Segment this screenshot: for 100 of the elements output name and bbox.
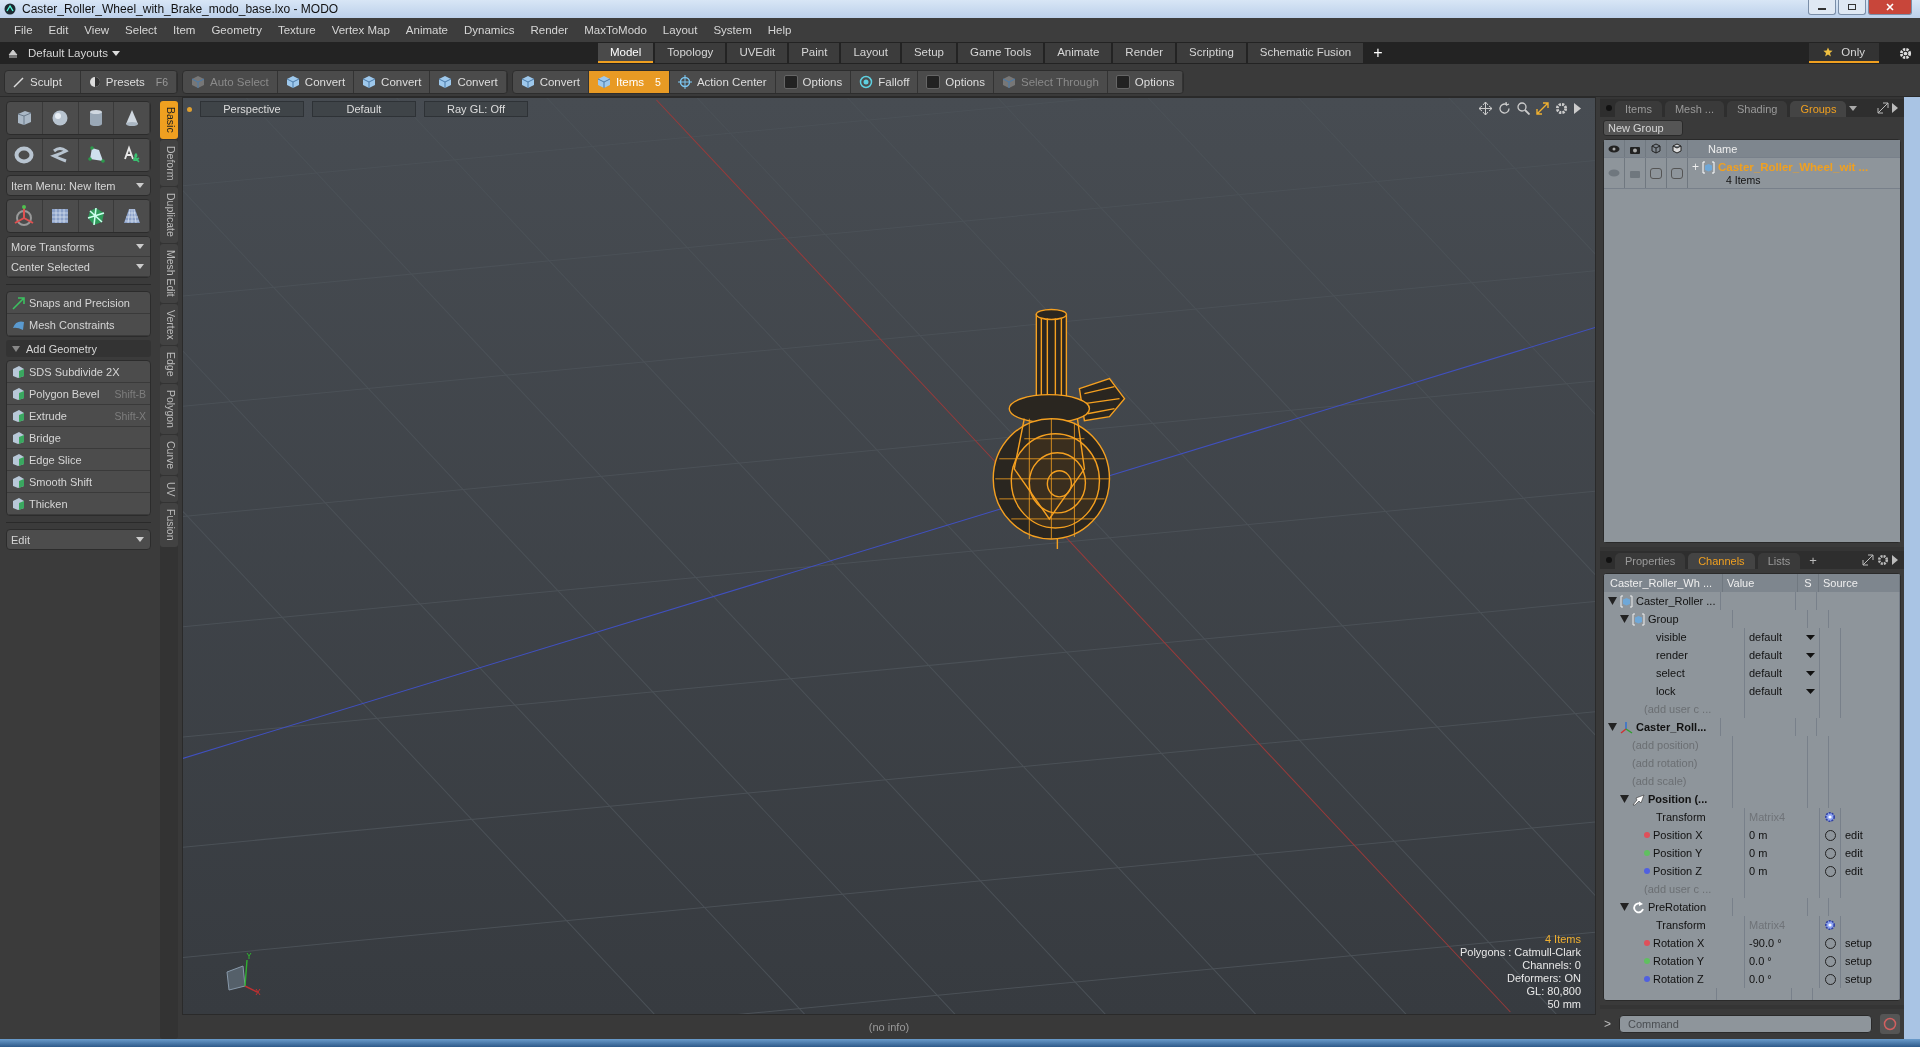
settings-icon[interactable] <box>1877 554 1889 566</box>
layout-dropdown[interactable]: Default Layouts <box>28 47 108 59</box>
sculpt-button[interactable]: Sculpt <box>5 71 81 93</box>
panel-tab[interactable]: Shading <box>1727 101 1788 117</box>
maximize-icon[interactable] <box>1862 554 1874 566</box>
channel-name[interactable]: Rotation Y <box>1653 955 1705 967</box>
channel-value[interactable]: 0 m <box>1749 847 1819 859</box>
channel-value[interactable]: default <box>1749 631 1803 643</box>
presets-button[interactable]: Presets F6 <box>80 71 177 93</box>
menu-item[interactable]: Render <box>522 24 577 36</box>
layout-tab[interactable]: Paint <box>789 43 840 63</box>
section-header[interactable]: Add Geometry <box>6 340 152 357</box>
helper-tool-button[interactable]: Mesh Constraints <box>7 314 151 336</box>
channel-name[interactable]: Caster_Roller ... <box>1636 595 1716 607</box>
dropdown-arrow-icon[interactable] <box>1806 652 1815 658</box>
menu-item[interactable]: Animate <box>397 24 456 36</box>
menu-item[interactable]: Select <box>117 24 166 36</box>
rotate-icon[interactable] <box>1498 102 1511 115</box>
expand-arrow-icon[interactable] <box>1574 103 1581 114</box>
maximize-icon[interactable] <box>1877 102 1889 114</box>
channel-name[interactable]: PreRotation <box>1648 901 1707 913</box>
layout-tab[interactable]: UVEdit <box>727 43 788 63</box>
menu-item[interactable]: Help <box>759 24 800 36</box>
layout-tab[interactable]: Topology <box>655 43 726 63</box>
side-tab[interactable]: Vertex <box>160 303 178 346</box>
expand-arrow-icon[interactable] <box>1892 103 1898 113</box>
helper-tool-button[interactable]: Snaps and Precision <box>7 292 151 314</box>
channel-value[interactable]: 0.0 ° <box>1749 955 1819 967</box>
edit-dropdown[interactable]: Edit <box>6 529 152 550</box>
channel-value[interactable]: default <box>1749 649 1803 661</box>
layout-tab[interactable]: Schematic Fusion <box>1247 43 1364 63</box>
channel-name[interactable]: select <box>1644 667 1685 679</box>
channel-value[interactable]: 0 m <box>1749 829 1819 841</box>
menu-item[interactable]: Texture <box>269 24 324 36</box>
menu-item[interactable]: System <box>705 24 760 36</box>
channel-name[interactable]: Caster_Roll... <box>1636 721 1707 733</box>
channel-name[interactable]: Position Z <box>1653 865 1702 877</box>
dropdown-arrow-icon[interactable] <box>1806 688 1815 694</box>
viewport-option-button[interactable]: Default <box>312 101 416 117</box>
menu-item[interactable]: Edit <box>40 24 77 36</box>
panel-tab[interactable]: Channels <box>1688 553 1755 569</box>
minimize-button[interactable] <box>1808 0 1836 15</box>
layout-tab[interactable]: Animate <box>1045 43 1112 63</box>
channel-value[interactable]: -90.0 ° <box>1749 937 1819 949</box>
tool-button[interactable]: Falloff <box>851 71 919 93</box>
expand-toggle[interactable] <box>1608 723 1617 731</box>
select-toggle[interactable] <box>1671 167 1683 179</box>
transform-dropdown[interactable]: More Transforms <box>7 237 151 257</box>
layout-tab[interactable]: Game Tools <box>958 43 1044 63</box>
geometry-tool-button[interactable]: Thicken <box>7 493 151 515</box>
side-tab[interactable]: UV <box>160 475 178 503</box>
3d-viewport[interactable]: Perspective Default Ray GL: Off 4 Items Polygons : Catmull-Clark Channels: 0 Deformers: ON GL: 80,800 50 mm <box>182 97 1596 1015</box>
channel-value[interactable]: 0 m <box>1749 865 1819 877</box>
channel-name[interactable]: Position (... <box>1648 793 1708 805</box>
maximize-button[interactable] <box>1838 0 1866 15</box>
channel-name[interactable]: lock <box>1644 685 1676 697</box>
caster-wheel-drawing[interactable] <box>992 308 1126 550</box>
channel-name[interactable]: render <box>1644 649 1688 661</box>
only-button[interactable]: Only <box>1809 43 1879 63</box>
expand-toggle[interactable] <box>1620 903 1629 911</box>
side-tab[interactable]: Edge <box>160 346 178 383</box>
maximize-icon[interactable] <box>1536 102 1549 115</box>
settings-icon[interactable] <box>1899 46 1912 60</box>
panel-tab[interactable]: Items <box>1615 101 1662 117</box>
channel-name[interactable]: Rotation X <box>1653 937 1705 949</box>
layout-tab[interactable]: Render <box>1113 43 1176 63</box>
tool-button[interactable]: Action Center <box>669 71 776 93</box>
menu-item[interactable]: Layout <box>654 24 706 36</box>
expand-arrow-icon[interactable] <box>1892 555 1898 565</box>
channel-value[interactable]: default <box>1749 667 1803 679</box>
layout-tab[interactable]: Setup <box>901 43 956 63</box>
menu-item[interactable]: File <box>6 24 41 36</box>
side-tab[interactable]: Mesh Edit <box>160 243 178 303</box>
add-tab-button[interactable]: + <box>1803 552 1823 568</box>
viewport-option-button[interactable]: Ray GL: Off <box>424 101 528 117</box>
dropdown-arrow-icon[interactable] <box>111 50 120 56</box>
panel-tab[interactable]: Lists <box>1757 553 1801 569</box>
side-tab[interactable]: Duplicate <box>160 187 178 243</box>
dropdown-arrow-icon[interactable] <box>1806 670 1815 676</box>
side-tab[interactable]: Basic <box>160 101 178 139</box>
channel-name[interactable]: Position Y <box>1653 847 1703 859</box>
tool-button[interactable]: Convert <box>512 71 589 93</box>
options-button[interactable]: Options <box>775 71 852 93</box>
tab-menu-icon[interactable] <box>1849 105 1858 111</box>
channel-value[interactable]: default <box>1749 685 1803 697</box>
item-menu-dropdown[interactable]: Item Menu: New Item <box>6 175 152 196</box>
menu-item[interactable]: Dynamics <box>456 24 523 36</box>
options-button[interactable]: Options <box>1107 71 1184 93</box>
new-group-button[interactable]: New Group <box>1603 120 1683 136</box>
layout-tab[interactable]: Scripting <box>1177 43 1246 63</box>
channel-name[interactable]: Transform <box>1644 811 1706 823</box>
panel-tab[interactable]: Groups <box>1790 101 1847 117</box>
tool-button[interactable]: Convert <box>354 71 431 93</box>
side-tab[interactable]: Deform <box>160 139 178 187</box>
channel-value[interactable]: 0.0 ° <box>1749 973 1819 985</box>
channel-name[interactable]: Rotation Z <box>1653 973 1704 985</box>
collapse-arrow-icon[interactable] <box>8 48 18 58</box>
menu-item[interactable]: Vertex Map <box>323 24 398 36</box>
menu-item[interactable]: View <box>76 24 118 36</box>
tool-button[interactable]: Convert <box>430 71 507 93</box>
